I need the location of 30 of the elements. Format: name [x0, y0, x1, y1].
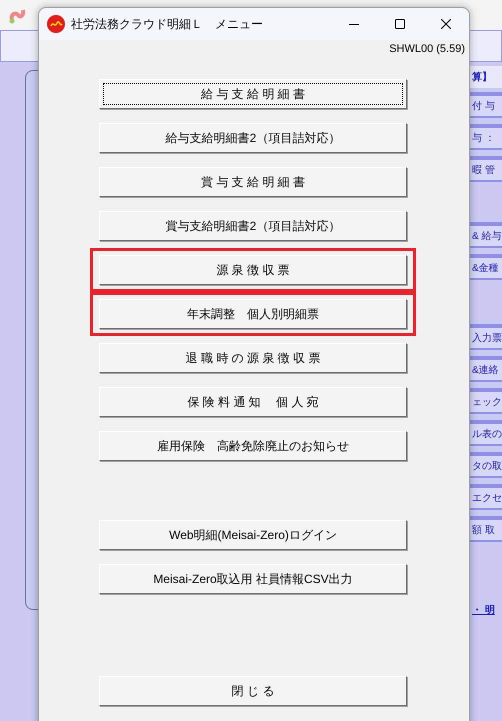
side-menu-item[interactable]: 暇 管	[470, 156, 502, 182]
app-logo-icon	[47, 15, 65, 33]
side-menu-item[interactable]: タの取	[470, 452, 502, 478]
maximize-icon	[395, 19, 405, 29]
side-menu-item[interactable]: エクセ	[470, 484, 502, 510]
window-title: 社労法務クラウド明細Ｌ メニュー	[71, 16, 263, 33]
side-menu-item[interactable]: &金種	[470, 254, 502, 280]
menu-button[interactable]: Web明細(Meisai-Zero)ログイン	[99, 520, 407, 550]
menu-button[interactable]: Meisai-Zero取込用 社員情報CSV出力	[99, 564, 407, 594]
side-menu-item[interactable]: 付 与	[470, 92, 502, 118]
side-menu-item[interactable]: 与 ：	[470, 124, 502, 150]
menu-button[interactable]: 源 泉 徴 収 票	[99, 254, 407, 284]
menu-button[interactable]: 賞 与 支 給 明 細 書	[99, 166, 407, 196]
screen-id: SHWL00 (5.59)	[389, 42, 465, 57]
side-menu-item[interactable]: 入力票	[470, 324, 502, 350]
side-menu-item[interactable]: &連絡	[470, 356, 502, 382]
menu-button[interactable]: 給 与 支 給 明 細 書	[99, 78, 407, 108]
menu-button[interactable]: 退 職 時 の 源 泉 徴 収 票	[99, 342, 407, 372]
menu-button[interactable]: 賞与支給明細書2（項目詰対応）	[99, 210, 407, 240]
menu-button[interactable]: 雇用保険 高齢免除廃止のお知らせ	[99, 430, 407, 460]
close-icon	[441, 19, 451, 29]
side-menu-item[interactable]: ル表の	[470, 420, 502, 446]
menu-button[interactable]: 給与支給明細書2（項目詰対応）	[99, 122, 407, 152]
menu-button[interactable]: 保 険 料 通 知 個 人 宛	[99, 386, 407, 416]
side-menu-item[interactable]: 額 取	[470, 516, 502, 542]
menu-button[interactable]: 年末調整 個人別明細票	[99, 298, 407, 328]
close-dialog-button[interactable]: 閉 じ る	[99, 676, 407, 706]
side-link[interactable]: ・ 明	[470, 598, 502, 622]
side-menu-item[interactable]: & 給与	[470, 222, 502, 248]
side-menu-item[interactable]: ェック	[470, 388, 502, 414]
